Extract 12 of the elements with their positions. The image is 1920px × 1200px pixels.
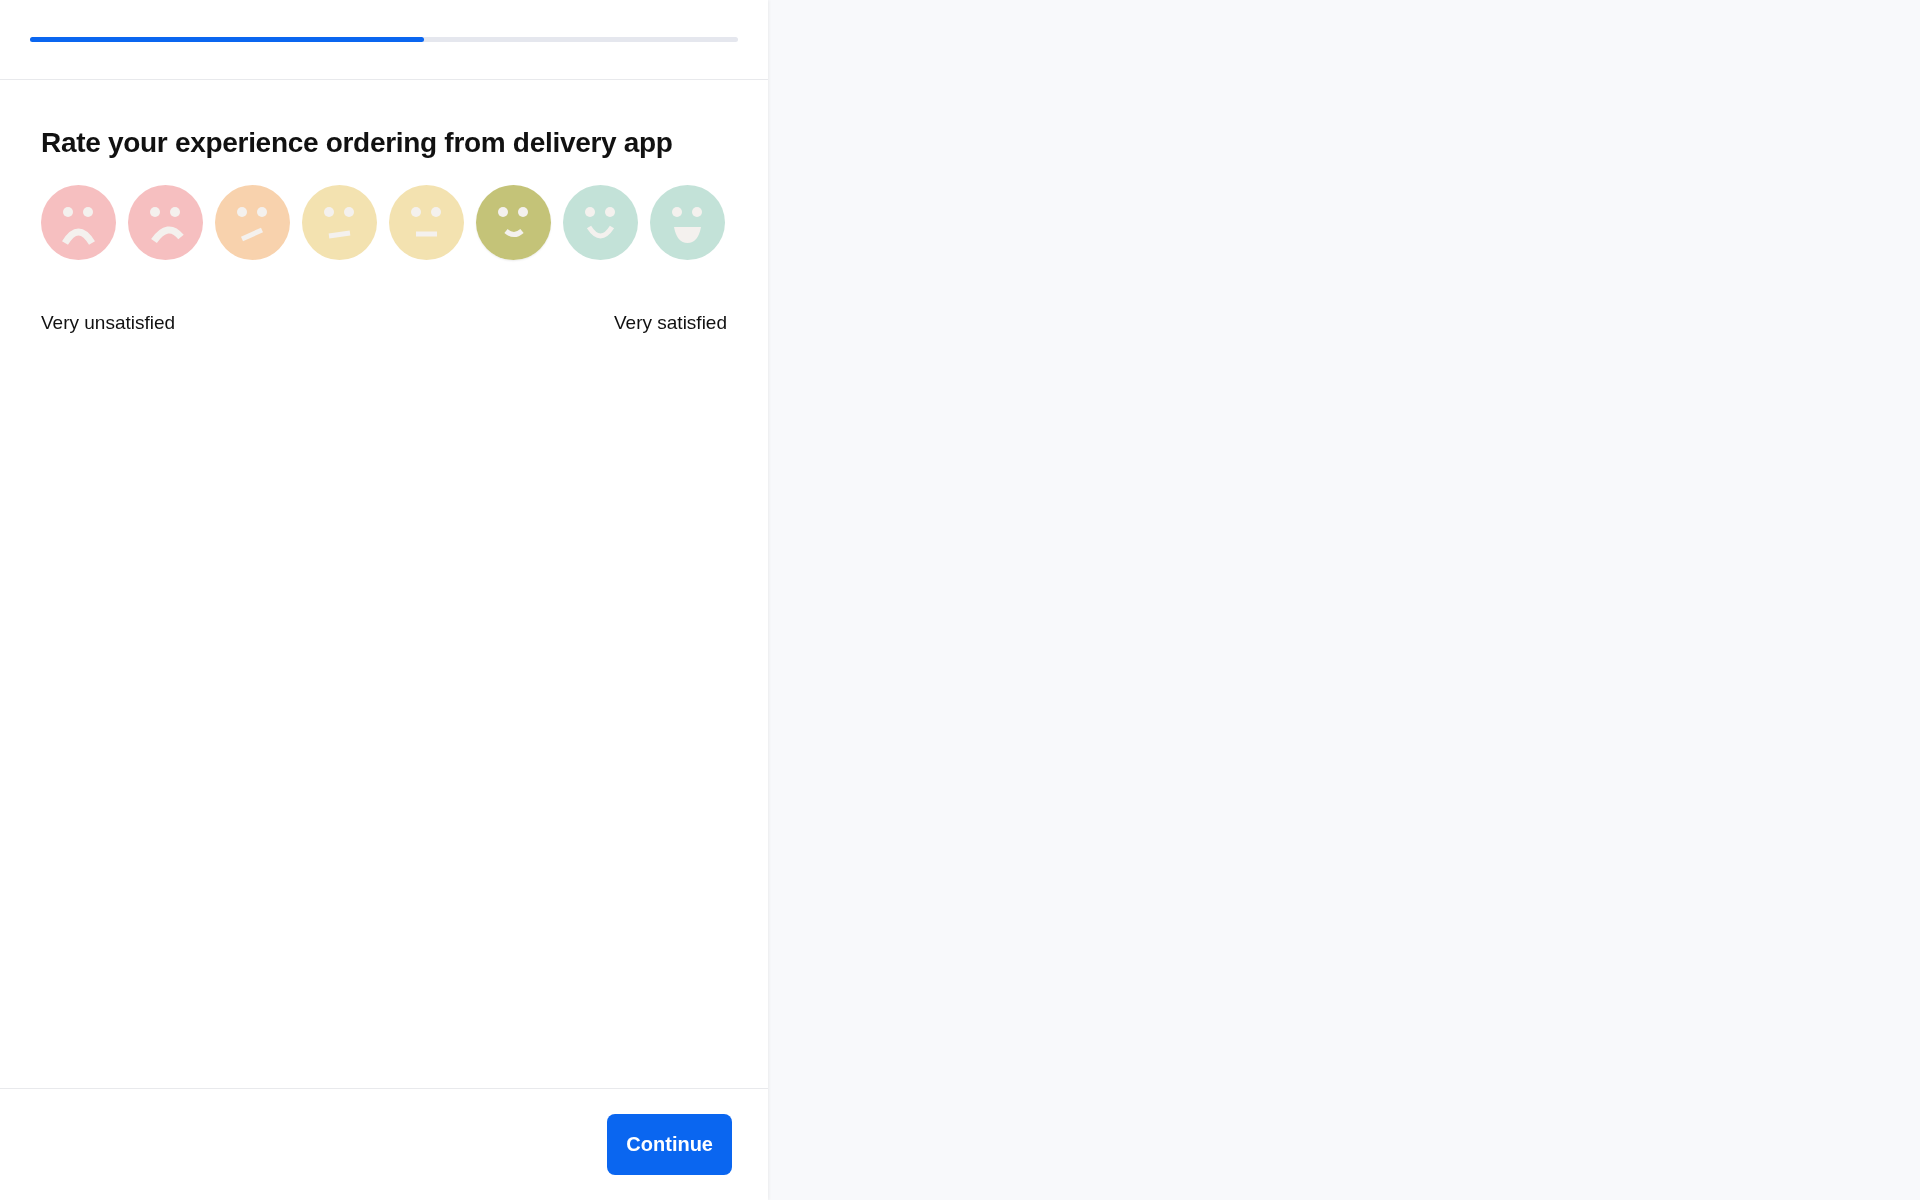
continue-button[interactable]: Continue <box>607 1114 732 1175</box>
face-rating-icon[interactable] <box>302 185 377 260</box>
scale-low-label: Very unsatisfied <box>41 312 176 334</box>
face-rating-icon[interactable] <box>215 185 290 260</box>
scale-high-label: Very satisfied <box>614 312 727 334</box>
face-rating-icon[interactable] <box>389 185 464 260</box>
question-title: Rate your experience ordering from delivery app <box>41 127 674 159</box>
face-rating-icon[interactable] <box>41 185 116 260</box>
face-rating-icon[interactable] <box>563 185 638 260</box>
face-rating-icon[interactable] <box>476 185 551 260</box>
face-rating-icon[interactable] <box>650 185 725 260</box>
face-rating-icon[interactable] <box>128 185 203 260</box>
